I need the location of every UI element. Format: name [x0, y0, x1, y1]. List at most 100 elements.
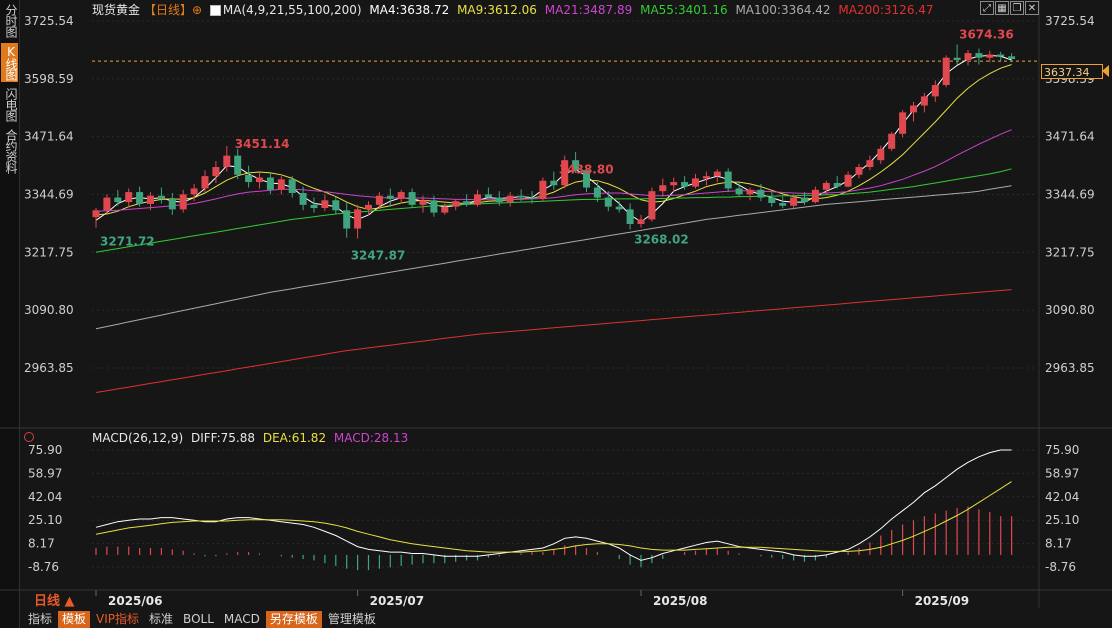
candle-down: [114, 197, 122, 203]
candle-up: [986, 54, 994, 58]
macd-tick-left: 42.04: [28, 490, 62, 504]
window-controls: ⤢ ▦ ❐ ✕: [980, 1, 1040, 17]
price-tick-right: 3725.54: [1045, 14, 1095, 28]
chart-canvas[interactable]: 3725.543725.543598.593598.593471.643471.…: [0, 0, 1112, 628]
candle-up: [670, 182, 678, 186]
macd-tick-left: 58.97: [28, 466, 62, 480]
candle-down: [310, 204, 318, 209]
candle-up: [223, 155, 231, 168]
candle-up: [855, 167, 863, 175]
candle-down: [550, 180, 558, 186]
price-annotation-low: 3271.72: [100, 235, 155, 249]
bottom-toolbar: 指标 模板 VIP指标 标准 BOLL MACD 另存模板 管理模板: [24, 610, 382, 628]
ma9-value: MA9:3612.06: [457, 3, 537, 17]
macd-tick-left: 75.90: [28, 443, 62, 457]
expand-icon[interactable]: ⤢: [980, 1, 994, 15]
grid: [0, 0, 1112, 608]
xaxis-tick-label: 2025/08: [653, 594, 707, 608]
price-tick-right: 3471.64: [1045, 130, 1095, 144]
macd-panel: [95, 449, 1013, 571]
price-tick-right: 2963.85: [1045, 361, 1095, 375]
candle-up: [147, 195, 154, 204]
candle-up: [899, 112, 907, 134]
candle-up: [910, 105, 917, 113]
candle-down: [245, 174, 253, 183]
ma200-value: MA200:3126.47: [838, 3, 934, 17]
candle-down: [408, 192, 416, 205]
bottom-tab-macd[interactable]: MACD: [220, 611, 264, 628]
grid-icon[interactable]: ▦: [995, 1, 1009, 15]
candle-up: [811, 189, 819, 203]
candlesticks: [92, 44, 1016, 239]
candle-down: [779, 203, 787, 206]
price-annotation-low: 3268.02: [634, 232, 689, 246]
bottom-tab-manage-templates[interactable]: 管理模板: [324, 611, 380, 628]
macd-settings-icon[interactable]: [24, 432, 34, 442]
candle-down: [234, 155, 242, 175]
candle-down: [735, 188, 743, 195]
candle-up: [321, 200, 329, 209]
candle-down: [953, 57, 961, 60]
candle-down: [430, 200, 438, 213]
price-annotation-low: 3247.87: [351, 249, 406, 263]
bottom-tab-indicators[interactable]: 指标: [24, 611, 56, 628]
ma4-value: MA4:3638.72: [369, 3, 450, 17]
candle-down: [288, 179, 296, 193]
candle-up: [354, 209, 362, 229]
candle-up: [702, 176, 710, 179]
macd-tick-right: -8.76: [1045, 560, 1076, 574]
macd-tick-left: 25.10: [28, 513, 62, 527]
candle-up: [375, 195, 383, 205]
macd-dea-value: DEA:61.82: [262, 431, 327, 445]
period-tag[interactable]: 【日线】: [144, 3, 192, 17]
candle-up: [648, 191, 656, 220]
candle-up: [212, 167, 220, 177]
candle-down: [495, 197, 503, 203]
candle-up: [452, 201, 460, 207]
candle-down: [528, 197, 536, 199]
candle-up: [190, 188, 198, 195]
period-selector[interactable]: 日线 ▲: [34, 594, 75, 610]
candle-down: [615, 206, 623, 210]
bottom-tab-vip-indicators[interactable]: VIP指标: [92, 611, 143, 628]
macd-tick-right: 25.10: [1045, 513, 1079, 527]
instrument-name: 现货黄金: [92, 3, 141, 17]
macd-legend: MACD(26,12,9) DIFF:75.88 DEA:61.82 MACD:…: [92, 430, 412, 446]
candle-up: [637, 219, 645, 224]
candle-down: [626, 209, 634, 224]
candle-down: [332, 200, 340, 211]
candle-down: [517, 195, 525, 198]
candle-up: [692, 178, 699, 187]
bottom-tab-save-template[interactable]: 另存模板: [265, 611, 322, 628]
macd-tick-right: 58.97: [1045, 466, 1079, 480]
candle-up: [790, 197, 798, 206]
bottom-tab-template[interactable]: 模板: [58, 611, 91, 628]
candle-down: [343, 210, 351, 229]
close-icon[interactable]: ✕: [1025, 1, 1039, 15]
price-annotation-high: 3674.36: [959, 27, 1014, 41]
xaxis-tick-label: 2025/09: [915, 594, 969, 608]
candle-down: [768, 197, 776, 204]
candle-down: [299, 192, 307, 205]
annotations: 3674.36 3451.14 3438.80 3271.72 3247.87 3268.…: [100, 27, 1014, 262]
bottom-tab-standard[interactable]: 标准: [145, 611, 177, 628]
ma-line-ma21: [95, 129, 1012, 212]
moving-averages: [95, 54, 1012, 393]
candle-down: [463, 201, 471, 205]
candle-up: [931, 85, 939, 97]
candle-down: [975, 53, 983, 58]
price-annotation-high: 3438.80: [559, 163, 614, 177]
current-price-tag: 3637.34: [1041, 64, 1103, 79]
candle-down: [484, 194, 492, 198]
candle-up: [822, 182, 830, 190]
candle-up: [888, 133, 896, 149]
candle-up: [866, 160, 874, 168]
ma-toggle-icon[interactable]: [209, 5, 221, 16]
price-tick-left: 3090.80: [24, 303, 74, 317]
restore-icon[interactable]: ❐: [1010, 1, 1024, 15]
ma100-value: MA100:3364.42: [735, 3, 831, 17]
candle-up: [397, 192, 405, 199]
candle-down: [266, 177, 274, 190]
bottom-tab-boll[interactable]: BOLL: [179, 611, 218, 628]
crosshair-icon[interactable]: ⊕: [192, 3, 202, 17]
